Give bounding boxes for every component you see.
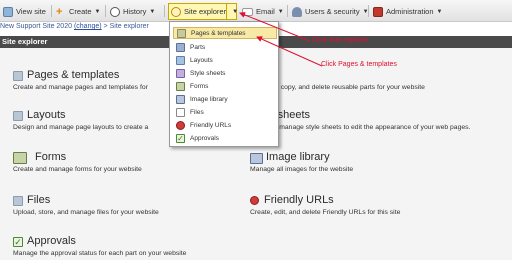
annotation-click-pages-templates: Click Pages & templates (321, 61, 397, 68)
annotation-arrows (239, 12, 323, 67)
annotation-click-site-explorer: Click Site explorer (312, 37, 369, 44)
arrow-to-site-explorer (239, 12, 311, 42)
